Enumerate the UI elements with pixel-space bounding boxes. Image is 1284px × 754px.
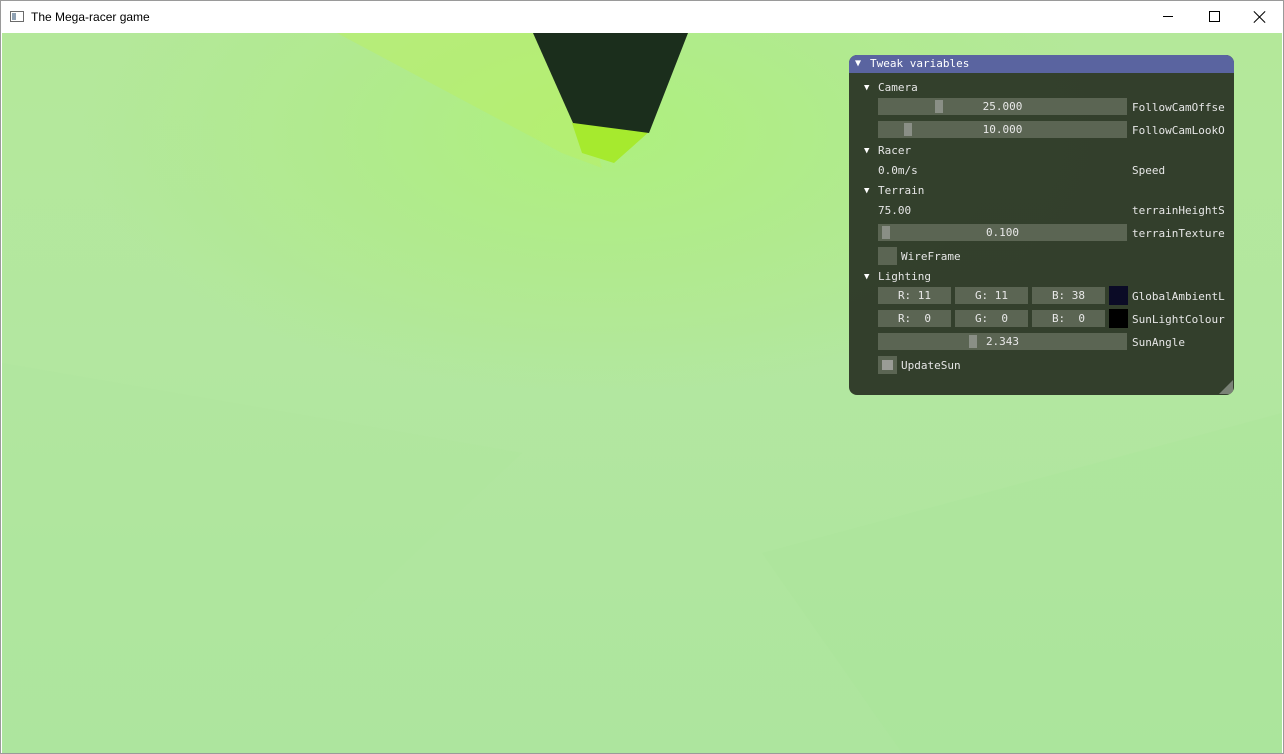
racer-collapse-icon[interactable]: ▼ [864, 146, 869, 156]
wireframe-label[interactable]: WireFrame [901, 250, 961, 263]
slider-value: 10.000 [982, 123, 1023, 136]
panel-title-bar[interactable]: ▼ Tweak variables [849, 55, 1234, 73]
slider-value: 0.100 [985, 226, 1020, 239]
sun-angle-label: SunAngle [1132, 336, 1185, 349]
minimize-icon [1163, 16, 1173, 17]
sunlight-color-swatch[interactable] [1109, 309, 1128, 328]
panel-title: Tweak variables [870, 57, 970, 70]
maximize-icon [1208, 11, 1220, 22]
ambient-b-field[interactable]: B: 38 [1032, 287, 1105, 304]
follow-cam-look-label: FollowCamLookO [1132, 124, 1225, 137]
minimize-button[interactable] [1145, 1, 1191, 32]
channel-value: G: 0 [974, 312, 1009, 325]
follow-cam-look-slider[interactable]: 10.000 [878, 121, 1127, 138]
channel-value: B: 0 [1051, 312, 1086, 325]
ambient-color-swatch[interactable] [1109, 286, 1128, 305]
terrain-height-label: terrainHeightS [1132, 204, 1225, 217]
channel-value: G: 11 [974, 289, 1009, 302]
close-button[interactable] [1237, 1, 1283, 32]
sunlight-b-field[interactable]: B: 0 [1032, 310, 1105, 327]
terrain-header[interactable]: Terrain [878, 184, 924, 197]
terrain-texture-label: terrainTexture [1132, 227, 1225, 240]
ambient-r-field[interactable]: R: 11 [878, 287, 951, 304]
channel-value: B: 38 [1051, 289, 1086, 302]
wireframe-checkbox[interactable] [878, 247, 897, 265]
speed-label: Speed [1132, 164, 1166, 177]
maximize-button[interactable] [1191, 1, 1237, 32]
tweak-panel[interactable]: ▼ Tweak variables ▼ Camera 25.000 Follow… [849, 55, 1234, 395]
follow-cam-offset-label: FollowCamOffse [1132, 101, 1225, 114]
camera-header[interactable]: Camera [878, 81, 918, 94]
sunlight-r-field[interactable]: R: 0 [878, 310, 951, 327]
lighting-header[interactable]: Lighting [878, 270, 931, 283]
slider-value: 25.000 [982, 100, 1023, 113]
follow-cam-offset-slider[interactable]: 25.000 [878, 98, 1127, 115]
slider-value: 2.343 [985, 335, 1020, 348]
sunlight-g-field[interactable]: G: 0 [955, 310, 1028, 327]
checkmark-icon [882, 360, 893, 370]
terrain-shade [762, 413, 1282, 753]
channel-value: R: 11 [897, 289, 932, 302]
ambient-g-field[interactable]: G: 11 [955, 287, 1028, 304]
collapse-arrow-icon[interactable]: ▼ [855, 58, 861, 69]
sunlight-colour-label: SunLightColour [1132, 313, 1225, 326]
title-bar[interactable]: The Mega-racer game [1, 1, 1283, 32]
racer-header[interactable]: Racer [878, 144, 911, 157]
update-sun-checkbox[interactable] [878, 356, 897, 374]
terrain-texture-slider[interactable]: 0.100 [878, 224, 1127, 241]
terrain-height-value: 75.00 [878, 204, 912, 217]
channel-value: R: 0 [897, 312, 932, 325]
resize-grip-icon[interactable] [1219, 380, 1233, 394]
camera-collapse-icon[interactable]: ▼ [864, 83, 869, 93]
game-viewport[interactable]: ▼ Tweak variables ▼ Camera 25.000 Follow… [2, 33, 1282, 753]
close-icon [1254, 11, 1266, 23]
game-window: The Mega-racer game ▼ Tweak variables ▼ … [0, 0, 1284, 754]
lighting-collapse-icon[interactable]: ▼ [864, 272, 869, 282]
update-sun-label[interactable]: UpdateSun [901, 359, 961, 372]
speed-value: 0.0m/s [878, 164, 918, 177]
terrain-collapse-icon[interactable]: ▼ [864, 186, 869, 196]
window-title: The Mega-racer game [31, 10, 150, 24]
sun-angle-slider[interactable]: 2.343 [878, 333, 1127, 350]
app-icon [10, 11, 24, 22]
global-ambient-label: GlobalAmbientL [1132, 290, 1225, 303]
terrain-shade [2, 363, 522, 753]
